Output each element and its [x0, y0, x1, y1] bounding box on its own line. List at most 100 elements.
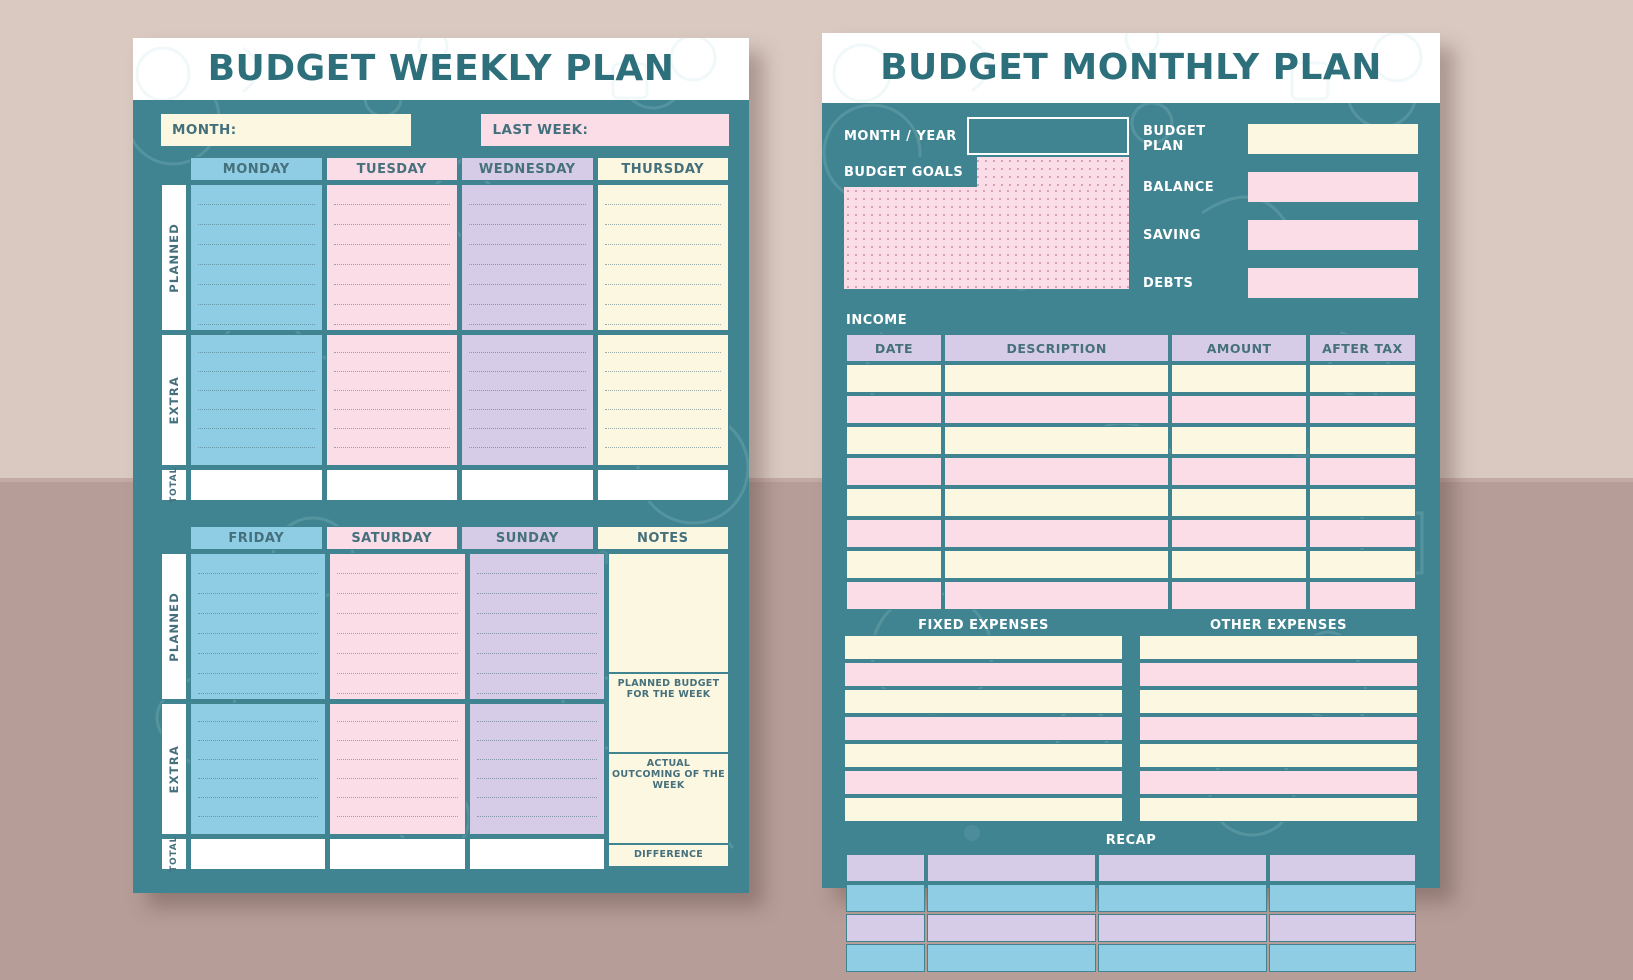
income-cell[interactable]: [1308, 395, 1416, 424]
other-expense-row[interactable]: [1139, 635, 1418, 660]
income-cell[interactable]: [846, 488, 942, 517]
income-cell[interactable]: [1308, 581, 1416, 610]
balance-input[interactable]: [1248, 172, 1418, 202]
extra-cell-sunday[interactable]: [468, 703, 605, 835]
other-expense-row[interactable]: [1139, 743, 1418, 768]
income-cell[interactable]: [1171, 426, 1307, 455]
income-cell[interactable]: [1308, 519, 1416, 548]
income-cell[interactable]: [943, 457, 1170, 486]
fixed-expense-row[interactable]: [844, 743, 1123, 768]
total-cell-tuesday[interactable]: [325, 469, 458, 501]
planned-cell-saturday[interactable]: [329, 553, 466, 700]
total-cell-sunday[interactable]: [468, 838, 605, 870]
recap-cell[interactable]: [926, 944, 1097, 972]
planned-cell-sunday[interactable]: [468, 553, 605, 700]
income-cell[interactable]: [1171, 395, 1307, 424]
extra-cell-wednesday[interactable]: [461, 334, 594, 466]
fixed-expense-row[interactable]: [844, 716, 1123, 741]
total-cell-monday[interactable]: [190, 469, 323, 501]
notes-planned-budget-value[interactable]: [609, 704, 728, 752]
income-cell[interactable]: [846, 364, 942, 393]
fixed-expense-row[interactable]: [844, 797, 1123, 822]
notes-column[interactable]: PLANNED BUDGET FOR THE WEEK ACTUAL OUTCO…: [608, 553, 729, 867]
recap-cell[interactable]: [1269, 884, 1416, 912]
income-cell[interactable]: [943, 488, 1170, 517]
month-field[interactable]: MONTH:: [161, 114, 412, 146]
recap-cell[interactable]: [846, 884, 925, 912]
income-cell[interactable]: [1171, 457, 1307, 486]
saving-label: SAVING: [1143, 227, 1201, 243]
planned-cell-wednesday[interactable]: [461, 184, 594, 331]
extra-cell-monday[interactable]: [190, 334, 323, 466]
income-cell[interactable]: [943, 519, 1170, 548]
fixed-expense-row[interactable]: [844, 770, 1123, 795]
planned-cell-tuesday[interactable]: [325, 184, 458, 331]
write-lines: [198, 720, 319, 838]
total-cell-wednesday[interactable]: [461, 469, 594, 501]
total-cell-saturday[interactable]: [329, 838, 466, 870]
notes-difference-value[interactable]: [609, 864, 728, 866]
month-year-input[interactable]: [966, 117, 1129, 155]
recap-cell[interactable]: [1269, 944, 1416, 972]
income-cell[interactable]: [1171, 364, 1307, 393]
recap-cell[interactable]: [1098, 854, 1268, 882]
fixed-expense-row[interactable]: [844, 689, 1123, 714]
recap-cell[interactable]: [926, 854, 1097, 882]
other-expense-row[interactable]: [1139, 797, 1418, 822]
budget-goals-dotted-area[interactable]: [844, 171, 1129, 289]
fixed-expense-row[interactable]: [844, 635, 1123, 660]
income-cell[interactable]: [1171, 519, 1307, 548]
income-cell[interactable]: [1308, 488, 1416, 517]
monthly-page-title: BUDGET MONTHLY PLAN: [880, 47, 1382, 88]
recap-cell[interactable]: [1269, 854, 1416, 882]
recap-cell[interactable]: [846, 854, 925, 882]
recap-cell[interactable]: [1098, 914, 1268, 942]
other-expense-row[interactable]: [1139, 662, 1418, 687]
recap-cell[interactable]: [1269, 914, 1416, 942]
income-cell[interactable]: [1171, 581, 1307, 610]
income-cell[interactable]: [943, 550, 1170, 579]
recap-cell[interactable]: [846, 944, 925, 972]
income-cell[interactable]: [846, 426, 942, 455]
recap-cell[interactable]: [926, 884, 1097, 912]
total-cell-thursday[interactable]: [596, 469, 729, 501]
recap-cell[interactable]: [1098, 884, 1268, 912]
recap-cell[interactable]: [1098, 944, 1268, 972]
planned-cell-thursday[interactable]: [596, 184, 729, 331]
income-cell[interactable]: [1171, 550, 1307, 579]
income-cell[interactable]: [846, 519, 942, 548]
last-week-field[interactable]: LAST WEEK:: [481, 114, 729, 146]
income-cell[interactable]: [846, 550, 942, 579]
fixed-expense-row[interactable]: [844, 662, 1123, 687]
other-expense-row[interactable]: [1139, 689, 1418, 714]
income-cell[interactable]: [846, 457, 942, 486]
income-cell[interactable]: [846, 581, 942, 610]
other-expense-row[interactable]: [1139, 770, 1418, 795]
income-cell[interactable]: [1171, 488, 1307, 517]
income-cell[interactable]: [1308, 364, 1416, 393]
recap-cell[interactable]: [926, 914, 1097, 942]
other-expense-row[interactable]: [1139, 716, 1418, 741]
planned-cell-monday[interactable]: [190, 184, 323, 331]
extra-cell-friday[interactable]: [190, 703, 327, 838]
income-cell[interactable]: [943, 581, 1170, 610]
income-cell[interactable]: [1308, 457, 1416, 486]
saving-input[interactable]: [1248, 220, 1418, 250]
income-cell[interactable]: [1308, 426, 1416, 455]
extra-cell-saturday[interactable]: [329, 703, 466, 835]
budget-plan-input[interactable]: [1248, 124, 1418, 154]
total-cell-friday[interactable]: [190, 838, 327, 870]
extra-cell-thursday[interactable]: [596, 334, 729, 466]
income-cell[interactable]: [943, 395, 1170, 424]
notes-actual-outcome-value[interactable]: [609, 795, 728, 843]
debts-input[interactable]: [1248, 268, 1418, 298]
notes-free-area[interactable]: [609, 554, 728, 672]
extra-cell-tuesday[interactable]: [325, 334, 458, 466]
income-cell[interactable]: [846, 395, 942, 424]
day-header-friday: FRIDAY: [190, 526, 323, 550]
planned-cell-friday[interactable]: [190, 553, 327, 700]
recap-cell[interactable]: [846, 914, 925, 942]
income-cell[interactable]: [943, 364, 1170, 393]
income-cell[interactable]: [943, 426, 1170, 455]
income-cell[interactable]: [1308, 550, 1416, 579]
